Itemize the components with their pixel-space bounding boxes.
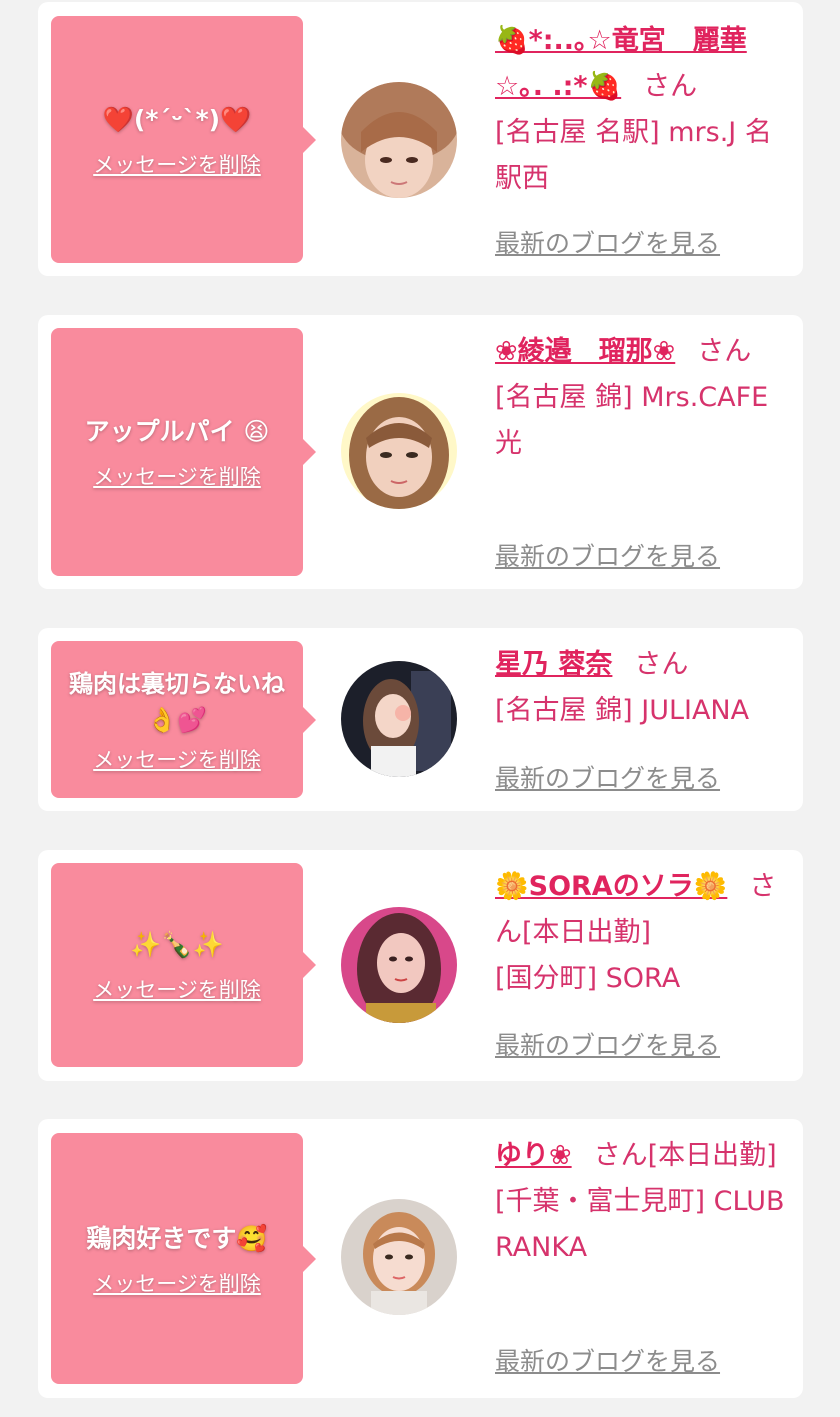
avatar[interactable] <box>341 1199 457 1315</box>
cast-info: ❀綾邉 瑠那❀ さん [名古屋 錦] Mrs.CAFE 光 <box>495 329 790 467</box>
latest-blog-link[interactable]: 最新のブログを見る <box>495 1342 720 1378</box>
shop-location: [名古屋 錦] Mrs.CAFE 光 <box>495 382 769 459</box>
shop-location: [名古屋 名駅] mrs.J 名駅西 <box>495 117 772 194</box>
message-text: ❤️(*´ᵕ`*)❤️ <box>102 104 252 134</box>
avatar-image <box>341 82 457 198</box>
message-text: アップルパイ 😫 <box>84 417 270 446</box>
message-text: 鶏肉は裏切らないね 👌💕 <box>69 669 285 734</box>
message-card: ✨🍾✨ メッセージを削除 🌼SORAのソラ🌼 さん[本日出勤] [国分町] SOR… <box>38 850 803 1081</box>
delete-message-link[interactable]: メッセージを削除 <box>93 149 261 179</box>
message-card: アップルパイ 😫 メッセージを削除 ❀綾邉 瑠那❀ さん [名古屋 錦] Mrs.… <box>38 315 803 589</box>
avatar-image <box>341 393 457 509</box>
honorific: さん[本日出勤] <box>593 1140 777 1171</box>
message-text: ✨🍾✨ <box>130 930 224 959</box>
message-list: ❤️(*´ᵕ`*)❤️ メッセージを削除 🍓*:..｡☆竜宮 麗華☆｡. .:*… <box>0 0 840 1417</box>
avatar-image <box>341 661 457 777</box>
message-bubble: 鶏肉は裏切らないね 👌💕 メッセージを削除 <box>51 641 316 798</box>
message-bubble: ❤️(*´ᵕ`*)❤️ メッセージを削除 <box>51 16 316 263</box>
message-card: 鶏肉好きです🥰 メッセージを削除 ゆり❀ さん[本日出勤] [千葉・富士見町] C… <box>38 1119 803 1398</box>
delete-message-link[interactable]: メッセージを削除 <box>93 461 261 491</box>
cast-name-link[interactable]: 🍓*:..｡☆竜宮 麗華☆｡. .:*🍓 <box>495 25 747 102</box>
cast-info: 🌼SORAのソラ🌼 さん[本日出勤] [国分町] SORA <box>495 864 790 1002</box>
honorific: さん <box>634 649 689 680</box>
shop-location: [名古屋 錦] JULIANA <box>495 695 750 726</box>
cast-name-link[interactable]: 星乃 蓉奈 <box>495 649 612 680</box>
message-card: ❤️(*´ᵕ`*)❤️ メッセージを削除 🍓*:..｡☆竜宮 麗華☆｡. .:*… <box>38 2 803 276</box>
shop-location: [千葉・富士見町] CLUB RANKA <box>495 1186 785 1263</box>
latest-blog-link[interactable]: 最新のブログを見る <box>495 537 720 573</box>
delete-message-link[interactable]: メッセージを削除 <box>93 744 261 774</box>
honorific: さん <box>697 336 752 367</box>
message-text: 鶏肉好きです🥰 <box>86 1223 268 1253</box>
cast-name-link[interactable]: ❀綾邉 瑠那❀ <box>495 336 675 367</box>
avatar[interactable] <box>341 661 457 777</box>
avatar[interactable] <box>341 393 457 509</box>
avatar-image <box>341 907 457 1023</box>
cast-info: 🍓*:..｡☆竜宮 麗華☆｡. .:*🍓 さん [名古屋 名駅] mrs.J 名駅… <box>495 18 790 202</box>
cast-info: 星乃 蓉奈 さん [名古屋 錦] JULIANA <box>495 642 790 734</box>
avatar[interactable] <box>341 907 457 1023</box>
cast-info: ゆり❀ さん[本日出勤] [千葉・富士見町] CLUB RANKA <box>495 1133 790 1271</box>
latest-blog-link[interactable]: 最新のブログを見る <box>495 759 720 795</box>
message-bubble: アップルパイ 😫 メッセージを削除 <box>51 328 316 576</box>
cast-name-link[interactable]: 🌼SORAのソラ🌼 <box>495 871 727 902</box>
latest-blog-link[interactable]: 最新のブログを見る <box>495 224 720 260</box>
honorific: さん <box>643 71 698 102</box>
delete-message-link[interactable]: メッセージを削除 <box>93 1268 261 1298</box>
avatar[interactable] <box>341 82 457 198</box>
message-bubble: ✨🍾✨ メッセージを削除 <box>51 863 316 1067</box>
message-card: 鶏肉は裏切らないね 👌💕 メッセージを削除 星乃 蓉奈 さん [名古屋 錦] JU… <box>38 628 803 811</box>
cast-name-link[interactable]: ゆり❀ <box>495 1140 572 1171</box>
delete-message-link[interactable]: メッセージを削除 <box>93 974 261 1004</box>
avatar-image <box>341 1199 457 1315</box>
latest-blog-link[interactable]: 最新のブログを見る <box>495 1026 720 1062</box>
shop-location: [国分町] SORA <box>495 963 681 994</box>
message-bubble: 鶏肉好きです🥰 メッセージを削除 <box>51 1133 316 1384</box>
